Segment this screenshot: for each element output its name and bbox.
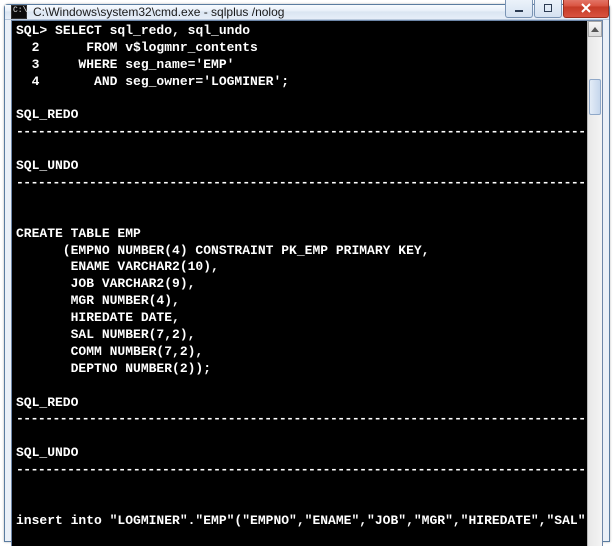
triangle-up-icon [591, 27, 599, 32]
divider: ----------------------------------------… [16, 175, 587, 190]
query-line-1: SELECT sql_redo, sql_undo [47, 23, 250, 38]
client-area: SQL> SELECT sql_redo, sql_undo 2 FROM v$… [11, 20, 603, 546]
close-icon [581, 3, 591, 13]
query-line-2: 2 FROM v$logmnr_contents [16, 40, 258, 55]
create-line-4: JOB VARCHAR2(9), [16, 276, 195, 291]
query-line-4: 4 AND seg_owner='LOGMINER'; [16, 74, 289, 89]
create-line-8: COMM NUMBER(7,2), [16, 344, 203, 359]
sql-undo-header-2: SQL_UNDO [16, 445, 78, 460]
create-line-7: SAL NUMBER(7,2), [16, 327, 195, 342]
create-line-6: HIREDATE DATE, [16, 310, 180, 325]
scroll-up-button[interactable] [588, 21, 602, 37]
create-line-1: CREATE TABLE EMP [16, 226, 141, 241]
scrollbar-thumb[interactable] [589, 79, 601, 115]
divider: ----------------------------------------… [16, 124, 587, 139]
create-line-5: MGR NUMBER(4), [16, 293, 180, 308]
window-controls [504, 0, 609, 18]
create-line-2: (EMPNO NUMBER(4) CONSTRAINT PK_EMP PRIMA… [16, 243, 429, 258]
insert-line-1: insert into "LOGMINER"."EMP"("EMPNO","EN… [16, 513, 587, 528]
sql-redo-header: SQL_REDO [16, 107, 78, 122]
sql-redo-header-2: SQL_REDO [16, 395, 78, 410]
maximize-button[interactable] [534, 0, 562, 18]
divider: ----------------------------------------… [16, 462, 587, 477]
vertical-scrollbar[interactable] [587, 21, 602, 546]
query-line-3: 3 WHERE seg_name='EMP' [16, 57, 234, 72]
window-frame: C:\Windows\system32\cmd.exe - sqlplus /n… [4, 4, 610, 542]
minimize-button[interactable] [505, 0, 533, 18]
sql-undo-header: SQL_UNDO [16, 158, 78, 173]
create-line-3: ENAME VARCHAR2(10), [16, 259, 219, 274]
close-button[interactable] [563, 0, 609, 18]
create-line-9: DEPTNO NUMBER(2)); [16, 361, 211, 376]
scrollbar-track[interactable] [588, 37, 602, 546]
divider: ----------------------------------------… [16, 411, 587, 426]
cmd-icon [11, 5, 27, 19]
terminal-output[interactable]: SQL> SELECT sql_redo, sql_undo 2 FROM v$… [12, 21, 587, 546]
sql-prompt: SQL> [16, 23, 47, 38]
window-title: C:\Windows\system32\cmd.exe - sqlplus /n… [33, 5, 504, 19]
titlebar[interactable]: C:\Windows\system32\cmd.exe - sqlplus /n… [5, 5, 609, 20]
